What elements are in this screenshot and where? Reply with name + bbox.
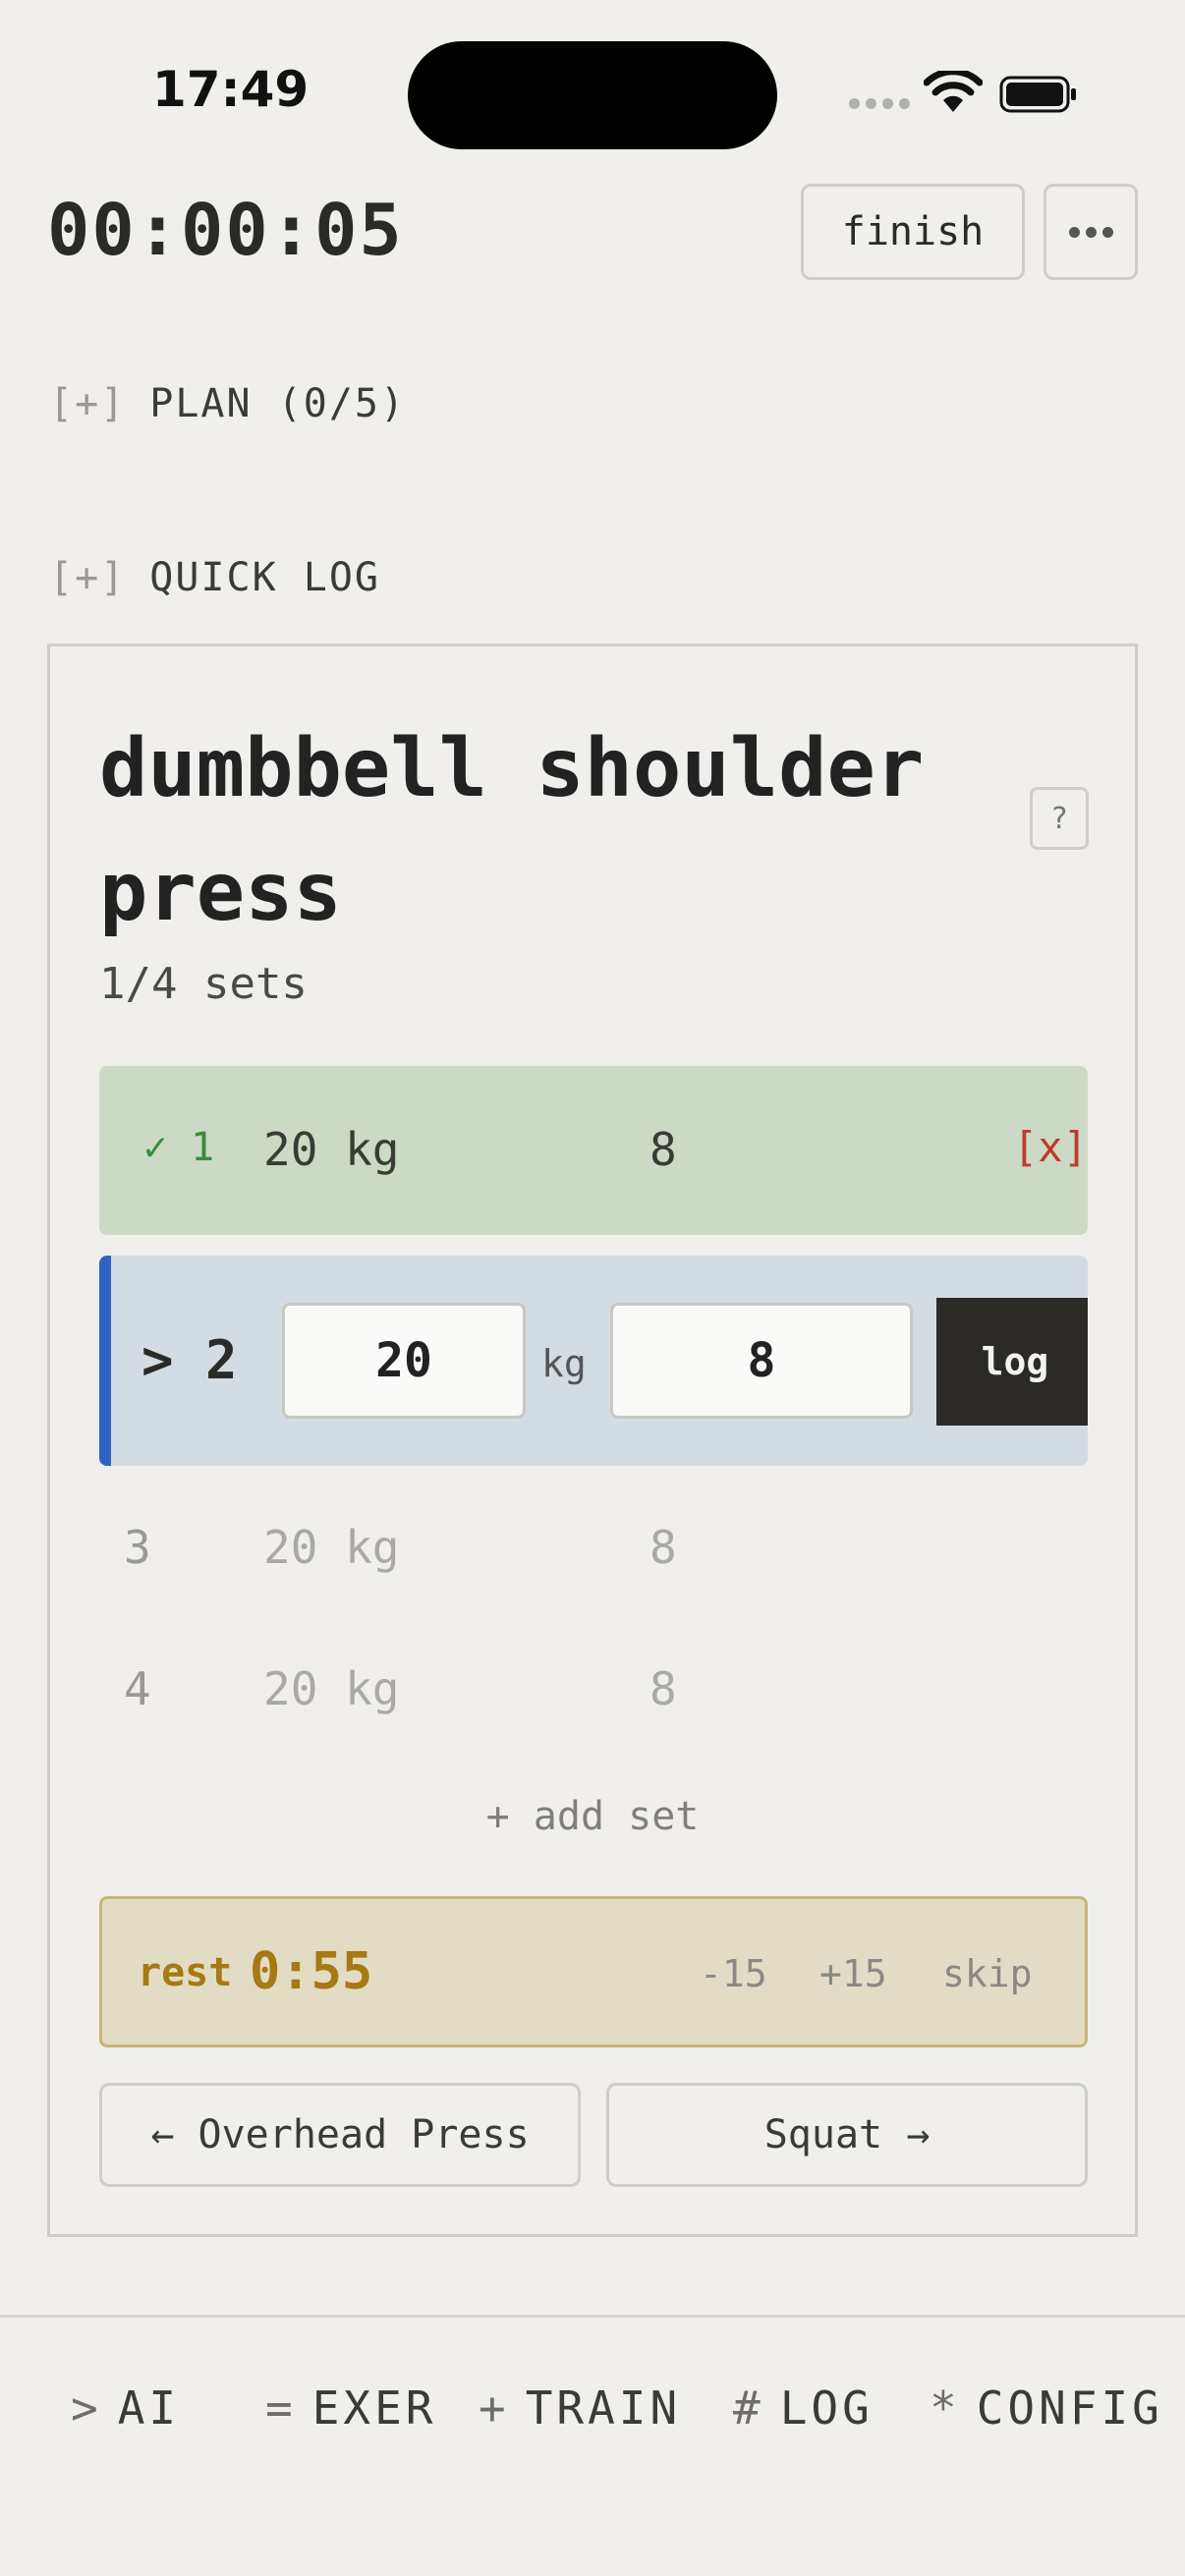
status-time: 17:49: [152, 61, 310, 118]
tab-bar-divider: [0, 2315, 1185, 2318]
finish-button[interactable]: finish: [801, 184, 1025, 280]
set-reps: 8: [649, 1662, 677, 1715]
expand-toggle: [+]: [49, 555, 127, 600]
set-weight: 20 kg: [263, 1123, 400, 1176]
exercise-title: dumbbell shoulder press: [99, 722, 925, 939]
rest-skip-button[interactable]: skip: [942, 1952, 1033, 1995]
tab-label: CONFIG: [976, 2381, 1163, 2435]
wifi-icon: [924, 71, 983, 112]
workout-elapsed-timer: 00:00:05: [47, 189, 404, 271]
tab-label: TRAIN: [525, 2381, 682, 2435]
set-reps: 8: [649, 1123, 677, 1176]
delete-set-button[interactable]: [x]: [1013, 1123, 1088, 1171]
more-options-button[interactable]: [1044, 184, 1138, 280]
signal-icon: [849, 98, 910, 109]
tab-symbol: *: [930, 2381, 961, 2435]
tab-config[interactable]: * CONFIG: [930, 2381, 1163, 2435]
expand-toggle: [+]: [49, 381, 127, 426]
tab-label: AI: [117, 2381, 181, 2435]
tab-exer[interactable]: = EXER: [265, 2381, 436, 2435]
tab-symbol: +: [479, 2381, 510, 2435]
exercise-card: dumbbell shoulder press ? 1/4 sets ✓ 1 2…: [47, 644, 1138, 2237]
set-number: 3: [124, 1521, 151, 1574]
rest-label: rest: [138, 1950, 233, 1995]
tab-train[interactable]: + TRAIN: [479, 2381, 681, 2435]
set-check-number: ✓ 1: [143, 1125, 215, 1170]
next-exercise-button[interactable]: Squat →: [606, 2083, 1088, 2187]
set-weight: 20 kg: [263, 1521, 400, 1574]
tab-label: LOG: [779, 2381, 874, 2435]
active-indicator: [99, 1256, 111, 1466]
status-bar: 17:49: [0, 0, 1185, 187]
previous-exercise-button[interactable]: ← Overhead Press: [99, 2083, 581, 2187]
tab-symbol: =: [265, 2381, 297, 2435]
more-icon: [1068, 226, 1080, 238]
quick-log-section-label: QUICK LOG: [149, 555, 380, 600]
tab-symbol: #: [733, 2381, 764, 2435]
rest-plus-15-button[interactable]: +15: [819, 1952, 887, 1995]
sets-summary: 1/4 sets: [99, 959, 308, 1009]
set-weight: 20 kg: [263, 1662, 400, 1715]
active-set-number: > 2: [141, 1329, 238, 1391]
tab-log[interactable]: # LOG: [733, 2381, 874, 2435]
tab-ai[interactable]: > AI: [71, 2381, 180, 2435]
pending-set-row[interactable]: 4 20 kg 8: [99, 1633, 1088, 1741]
rest-minus-15-button[interactable]: -15: [700, 1952, 767, 1995]
plan-section-label: PLAN (0/5): [149, 381, 407, 426]
weight-unit: kg: [541, 1342, 587, 1385]
rest-timer: rest 0:55 -15 +15 skip: [99, 1896, 1088, 2047]
log-set-button[interactable]: log: [936, 1298, 1088, 1426]
add-set-button[interactable]: + add set: [50, 1794, 1135, 1839]
set-reps: 8: [649, 1521, 677, 1574]
reps-input[interactable]: [610, 1303, 913, 1419]
weight-input[interactable]: [282, 1303, 526, 1419]
dynamic-island: [408, 41, 777, 149]
set-number: 4: [124, 1662, 151, 1715]
quick-log-section-toggle[interactable]: [+] QUICK LOG: [49, 555, 380, 600]
plan-section-toggle[interactable]: [+] PLAN (0/5): [49, 381, 406, 426]
active-set-row: > 2 kg log: [99, 1256, 1088, 1466]
completed-set-row: ✓ 1 20 kg 8 [x]: [99, 1066, 1088, 1235]
help-button[interactable]: ?: [1030, 787, 1089, 850]
battery-icon: [999, 76, 1076, 113]
tab-symbol: >: [71, 2381, 102, 2435]
tab-label: EXER: [311, 2381, 437, 2435]
pending-set-row[interactable]: 3 20 kg 8: [99, 1491, 1088, 1599]
rest-time: 0:55: [250, 1942, 373, 2001]
